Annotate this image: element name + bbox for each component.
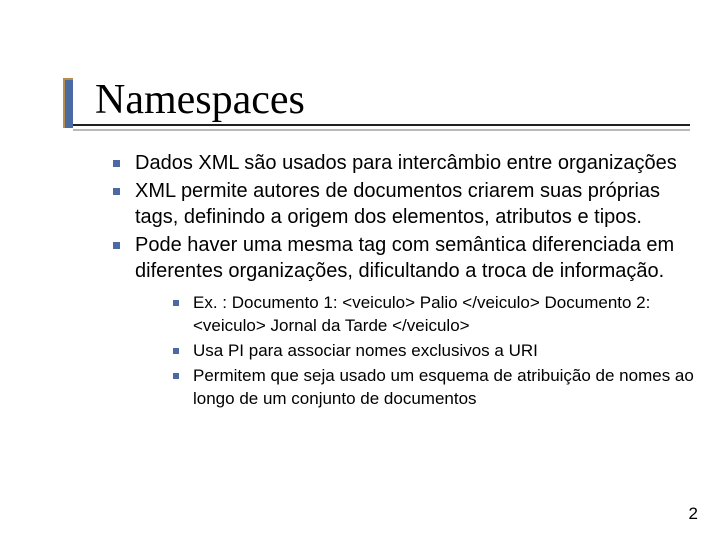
accent-bar-icon	[63, 78, 73, 128]
slide-title: Namespaces	[95, 78, 690, 122]
title-area: Namespaces	[63, 78, 690, 129]
list-item: Dados XML são usados para intercâmbio en…	[95, 150, 700, 176]
title-underline	[73, 124, 690, 129]
bullet-text: Usa PI para associar nomes exclusivos a …	[193, 341, 538, 360]
bullet-text: Dados XML são usados para intercâmbio en…	[135, 152, 677, 174]
bullet-text: Pode haver uma mesma tag com semântica d…	[135, 234, 674, 282]
slide-body: Dados XML são usados para intercâmbio en…	[95, 150, 700, 413]
slide: Namespaces Dados XML são usados para int…	[0, 0, 720, 540]
list-item: Pode haver uma mesma tag com semântica d…	[95, 232, 700, 411]
list-item: Permitem que seja usado um esquema de at…	[165, 365, 700, 411]
list-item: Ex. : Documento 1: <veiculo> Palio </vei…	[165, 292, 700, 338]
bullet-list: Dados XML são usados para intercâmbio en…	[95, 150, 700, 411]
list-item: XML permite autores de documentos criare…	[95, 178, 700, 230]
list-item: Usa PI para associar nomes exclusivos a …	[165, 340, 700, 363]
bullet-text: XML permite autores de documentos criare…	[135, 180, 660, 228]
bullet-text: Ex. : Documento 1: <veiculo> Palio </vei…	[193, 293, 650, 335]
bullet-text: Permitem que seja usado um esquema de at…	[193, 366, 694, 408]
page-number: 2	[689, 504, 698, 524]
sub-bullet-list: Ex. : Documento 1: <veiculo> Palio </vei…	[135, 292, 700, 411]
